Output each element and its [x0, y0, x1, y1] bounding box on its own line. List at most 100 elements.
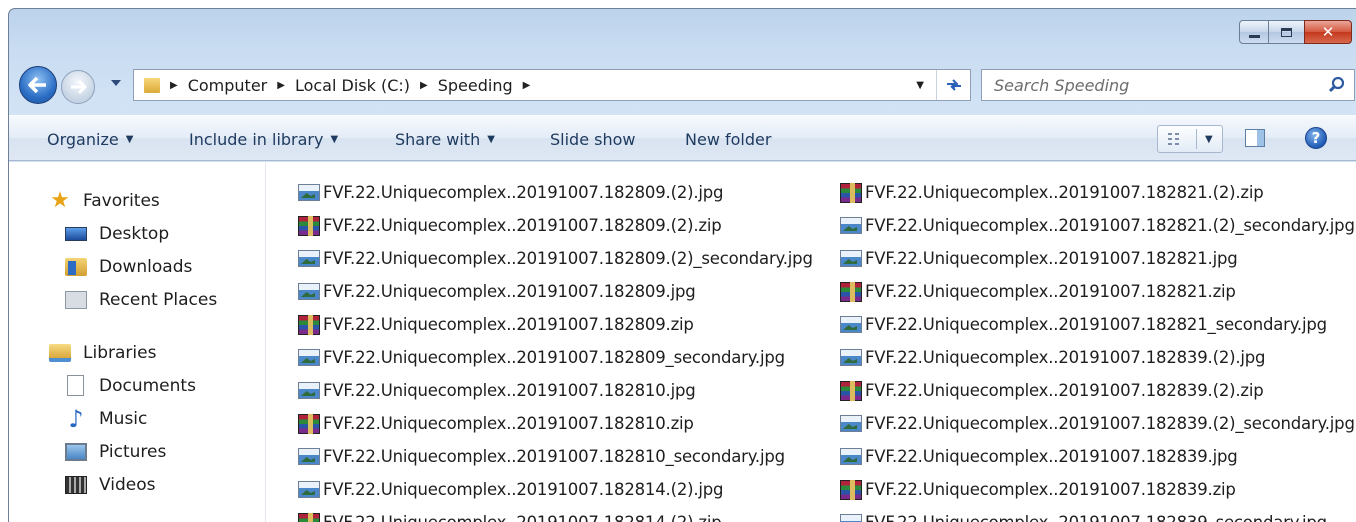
- nav-desktop[interactable]: Desktop: [9, 217, 265, 250]
- address-history-dropdown-icon[interactable]: ▼: [916, 80, 924, 91]
- file-item[interactable]: FVF.22.Uniquecomplex..20191007.182809_se…: [298, 341, 813, 374]
- file-item[interactable]: FVF.22.Uniquecomplex..20191007.182839.jp…: [840, 440, 1355, 473]
- minimize-button[interactable]: [1239, 20, 1269, 44]
- file-item[interactable]: FVF.22.Uniquecomplex..20191007.182821.zi…: [840, 275, 1355, 308]
- file-item[interactable]: FVF.22.Uniquecomplex..20191007.182809.zi…: [298, 308, 813, 341]
- file-name: FVF.22.Uniquecomplex..20191007.182839.jp…: [865, 447, 1238, 466]
- recent-pages-dropdown-icon[interactable]: [111, 80, 121, 87]
- breadcrumb-speeding[interactable]: Speeding: [438, 76, 513, 95]
- breadcrumb-chevron-icon[interactable]: ▶: [420, 80, 428, 91]
- command-bar: Organize ▼ Include in library ▼ Share with…: [9, 115, 1356, 161]
- refresh-button[interactable]: [936, 70, 970, 100]
- search-input[interactable]: [994, 75, 1294, 95]
- close-button[interactable]: ✕: [1304, 20, 1352, 44]
- file-column-1: FVF.22.Uniquecomplex..20191007.182809.(2…: [298, 176, 813, 522]
- file-item[interactable]: FVF.22.Uniquecomplex..20191007.182809.(2…: [298, 209, 813, 242]
- include-in-library-label: Include in library: [189, 130, 324, 149]
- nav-favorites[interactable]: ★ Favorites: [9, 184, 265, 217]
- file-item[interactable]: FVF.22.Uniquecomplex..20191007.182809.jp…: [298, 275, 813, 308]
- file-name: FVF.22.Uniquecomplex..20191007.182839.(2…: [865, 381, 1264, 400]
- nav-pictures[interactable]: Pictures: [9, 435, 265, 468]
- file-item[interactable]: FVF.22.Uniquecomplex..20191007.182839_se…: [840, 506, 1355, 522]
- change-view-button[interactable]: ▼: [1157, 125, 1223, 153]
- pictures-icon: [65, 442, 87, 461]
- file-item[interactable]: FVF.22.Uniquecomplex..20191007.182839.zi…: [840, 473, 1355, 506]
- search-icon[interactable]: [1328, 76, 1346, 94]
- nav-videos[interactable]: Videos: [9, 468, 265, 501]
- archive-file-icon: [298, 314, 320, 335]
- share-with-menu[interactable]: Share with ▼: [395, 130, 495, 149]
- main-area: ★ Favorites Desktop Downloads Recent Plac…: [9, 162, 1356, 522]
- file-item[interactable]: FVF.22.Uniquecomplex..20191007.182810.jp…: [298, 374, 813, 407]
- back-button[interactable]: [19, 66, 57, 104]
- archive-file-icon: [298, 512, 320, 522]
- breadcrumb-chevron-icon[interactable]: ▶: [277, 80, 285, 91]
- file-name: FVF.22.Uniquecomplex..20191007.182839.(2…: [865, 348, 1266, 367]
- file-item[interactable]: FVF.22.Uniquecomplex..20191007.182809.(2…: [298, 242, 813, 275]
- folder-icon: [144, 77, 160, 93]
- image-file-icon: [298, 481, 320, 498]
- chevron-down-icon[interactable]: ▼: [1205, 134, 1213, 145]
- file-name: FVF.22.Uniquecomplex..20191007.182814.(2…: [323, 513, 722, 522]
- file-item[interactable]: FVF.22.Uniquecomplex..20191007.182839.(2…: [840, 407, 1355, 440]
- breadcrumb-local-disk[interactable]: Local Disk (C:): [295, 76, 410, 95]
- image-file-icon: [840, 415, 862, 432]
- file-item[interactable]: FVF.22.Uniquecomplex..20191007.182814.(2…: [298, 506, 813, 522]
- chevron-down-icon: ▼: [125, 134, 134, 145]
- nav-documents-label: Documents: [99, 375, 196, 396]
- breadcrumb-computer[interactable]: Computer: [188, 76, 268, 95]
- file-name: FVF.22.Uniquecomplex..20191007.182839_se…: [865, 513, 1327, 522]
- star-icon: ★: [50, 187, 70, 213]
- help-icon[interactable]: ?: [1305, 127, 1327, 149]
- file-item[interactable]: FVF.22.Uniquecomplex..20191007.182839.(2…: [840, 374, 1355, 407]
- archive-file-icon: [840, 380, 862, 401]
- nav-libraries[interactable]: Libraries: [9, 336, 265, 369]
- file-name: FVF.22.Uniquecomplex..20191007.182821_se…: [865, 315, 1327, 334]
- nav-documents[interactable]: Documents: [9, 369, 265, 402]
- file-item[interactable]: FVF.22.Uniquecomplex..20191007.182809.(2…: [298, 176, 813, 209]
- nav-music[interactable]: ♪ Music: [9, 402, 265, 435]
- file-item[interactable]: FVF.22.Uniquecomplex..20191007.182814.(2…: [298, 473, 813, 506]
- file-item[interactable]: FVF.22.Uniquecomplex..20191007.182810.zi…: [298, 407, 813, 440]
- nav-favorites-label: Favorites: [83, 190, 160, 211]
- search-box[interactable]: [981, 69, 1355, 101]
- file-name: FVF.22.Uniquecomplex..20191007.182821.zi…: [865, 282, 1236, 301]
- image-file-icon: [298, 250, 320, 267]
- organize-menu[interactable]: Organize ▼: [47, 130, 133, 149]
- maximize-button[interactable]: [1268, 20, 1305, 44]
- slide-show-button[interactable]: Slide show: [550, 130, 635, 149]
- include-in-library-menu[interactable]: Include in library ▼: [189, 130, 338, 149]
- new-folder-button[interactable]: New folder: [685, 130, 771, 149]
- file-item[interactable]: FVF.22.Uniquecomplex..20191007.182821.jp…: [840, 242, 1355, 275]
- file-name: FVF.22.Uniquecomplex..20191007.182809.(2…: [323, 216, 722, 235]
- file-item[interactable]: FVF.22.Uniquecomplex..20191007.182821.(2…: [840, 209, 1355, 242]
- nav-downloads-label: Downloads: [99, 256, 193, 277]
- file-name: FVF.22.Uniquecomplex..20191007.182810_se…: [323, 447, 785, 466]
- archive-file-icon: [840, 182, 862, 203]
- forward-button[interactable]: [61, 70, 95, 104]
- file-name: FVF.22.Uniquecomplex..20191007.182809.zi…: [323, 315, 694, 334]
- chevron-down-icon: ▼: [487, 134, 495, 145]
- file-name: FVF.22.Uniquecomplex..20191007.182810.zi…: [323, 414, 694, 433]
- archive-file-icon: [298, 215, 320, 236]
- nav-downloads[interactable]: Downloads: [9, 250, 265, 283]
- maximize-icon: [1281, 27, 1292, 37]
- navigation-row: ▶ Computer ▶ Local Disk (C:) ▶ Speeding …: [9, 65, 1356, 105]
- image-file-icon: [298, 448, 320, 465]
- archive-file-icon: [298, 413, 320, 434]
- file-name: FVF.22.Uniquecomplex..20191007.182821.(2…: [865, 216, 1355, 235]
- address-bar[interactable]: ▶ Computer ▶ Local Disk (C:) ▶ Speeding …: [133, 69, 971, 101]
- videos-icon: [65, 475, 87, 494]
- preview-pane-icon[interactable]: [1245, 129, 1265, 147]
- file-item[interactable]: FVF.22.Uniquecomplex..20191007.182839.(2…: [840, 341, 1355, 374]
- nav-recent-places[interactable]: Recent Places: [9, 283, 265, 316]
- slide-show-label: Slide show: [550, 130, 636, 149]
- file-item[interactable]: FVF.22.Uniquecomplex..20191007.182821_se…: [840, 308, 1355, 341]
- file-name: FVF.22.Uniquecomplex..20191007.182839.(2…: [865, 414, 1355, 433]
- breadcrumb-chevron-icon[interactable]: ▶: [523, 80, 531, 91]
- image-file-icon: [840, 448, 862, 465]
- file-list: FVF.22.Uniquecomplex..20191007.182809.(2…: [266, 162, 1356, 522]
- breadcrumb-chevron-icon[interactable]: ▶: [170, 80, 178, 91]
- file-item[interactable]: FVF.22.Uniquecomplex..20191007.182810_se…: [298, 440, 813, 473]
- file-item[interactable]: FVF.22.Uniquecomplex..20191007.182821.(2…: [840, 176, 1355, 209]
